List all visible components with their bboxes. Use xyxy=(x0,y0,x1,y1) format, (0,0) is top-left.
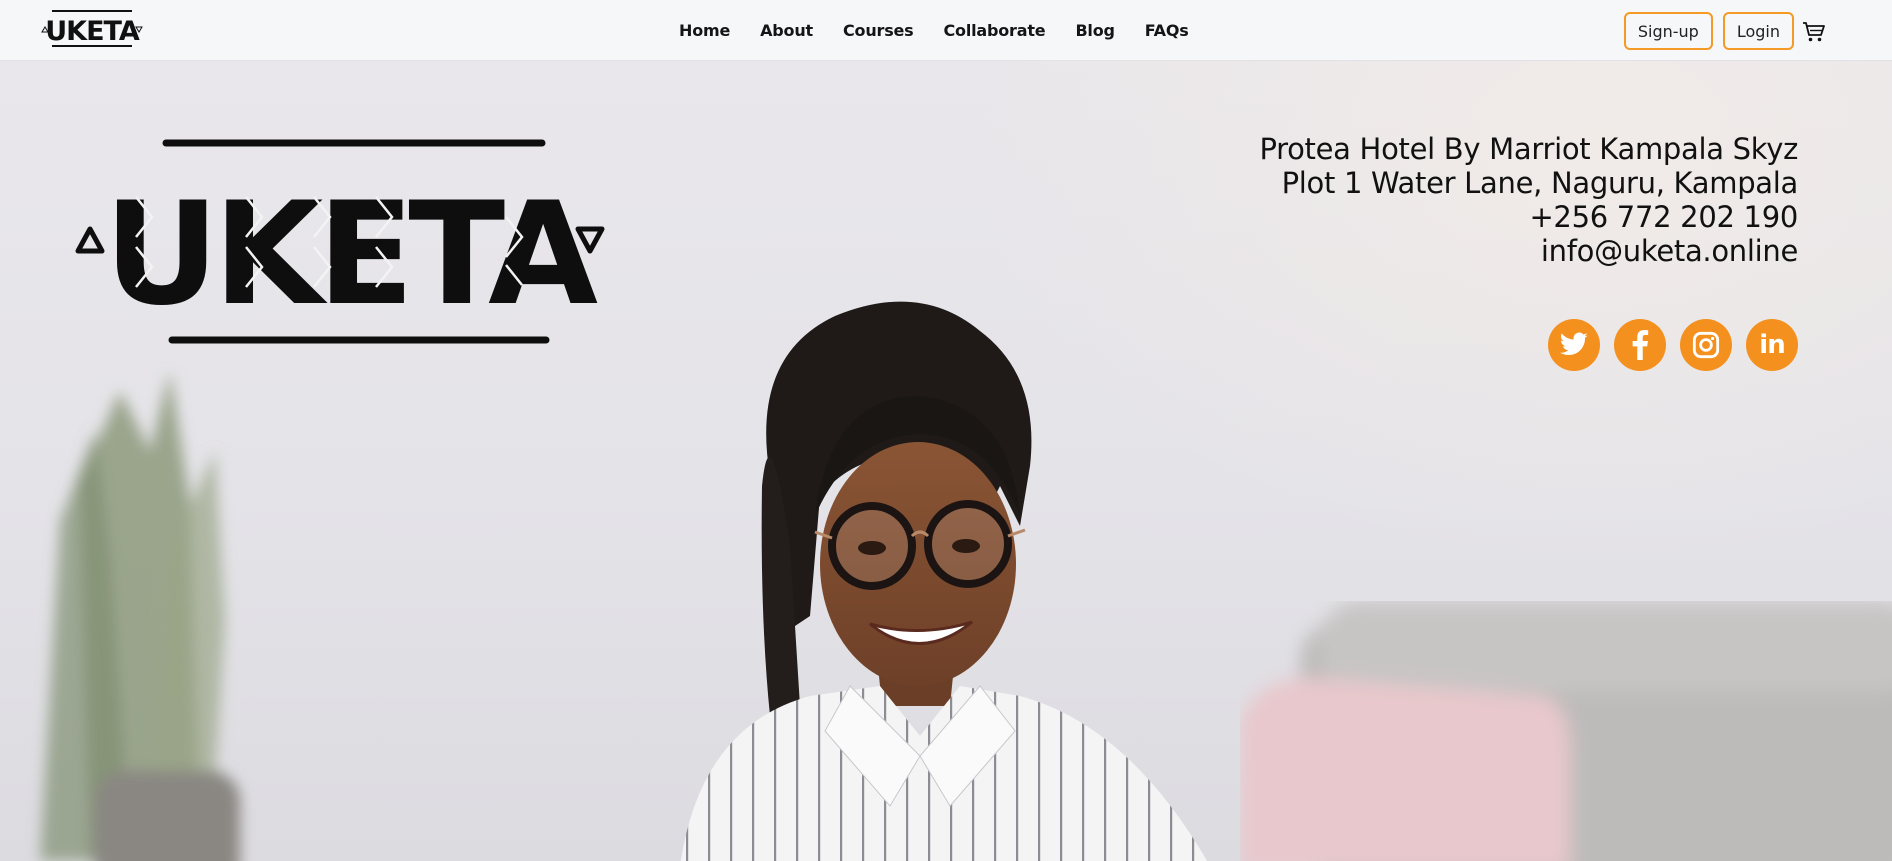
hero-logo-text: UKETA xyxy=(104,172,598,337)
top-navigation-bar: UKETA Home About Courses Collaborate Blo… xyxy=(0,0,1892,61)
nav-home-link[interactable]: Home xyxy=(664,21,745,40)
instagram-camera-glyph xyxy=(1692,331,1720,359)
contact-email[interactable]: info@uketa.online xyxy=(1259,234,1798,268)
nav-courses-link[interactable]: Courses xyxy=(828,21,929,40)
social-links: in xyxy=(1548,319,1798,371)
nav-about-link[interactable]: About xyxy=(745,21,828,40)
nav-blog-link[interactable]: Blog xyxy=(1060,21,1129,40)
hero-person-image xyxy=(680,301,1208,861)
main-navigation: Home About Courses Collaborate Blog FAQs xyxy=(664,0,1204,61)
hero-uketa-logo: UKETA xyxy=(75,139,605,344)
svg-text:UKETA: UKETA xyxy=(45,16,140,47)
nav-faqs-link[interactable]: FAQs xyxy=(1130,21,1204,40)
background-sofa-image xyxy=(1240,601,1892,861)
facebook-f-glyph xyxy=(1632,330,1649,360)
nav-collaborate-link[interactable]: Collaborate xyxy=(929,21,1061,40)
contact-address: Plot 1 Water Lane, Naguru, Kampala xyxy=(1281,166,1799,200)
twitter-bird-glyph xyxy=(1559,332,1588,355)
background-plant-image xyxy=(40,371,240,861)
twitter-icon[interactable] xyxy=(1548,319,1600,371)
signup-button[interactable]: Sign-up xyxy=(1623,12,1713,50)
hero-section: UKETA Protea Hotel By Marriot Kampala Sk… xyxy=(0,61,1892,861)
login-button[interactable]: Login xyxy=(1722,12,1794,50)
contact-phone[interactable]: +256 772 202 190 xyxy=(1259,200,1798,234)
linkedin-glyph: in xyxy=(1759,330,1785,360)
auth-buttons: Sign-up Login xyxy=(1623,12,1794,50)
contact-venue: Protea Hotel By Marriot Kampala Skyz xyxy=(1259,132,1798,166)
facebook-icon[interactable] xyxy=(1614,319,1666,371)
linkedin-icon[interactable]: in xyxy=(1746,319,1798,371)
instagram-icon[interactable] xyxy=(1680,319,1732,371)
brand-logo[interactable]: UKETA xyxy=(40,8,144,50)
cart-icon[interactable] xyxy=(1802,21,1826,43)
contact-info: Protea Hotel By Marriot Kampala Skyz Plo… xyxy=(1259,132,1798,268)
